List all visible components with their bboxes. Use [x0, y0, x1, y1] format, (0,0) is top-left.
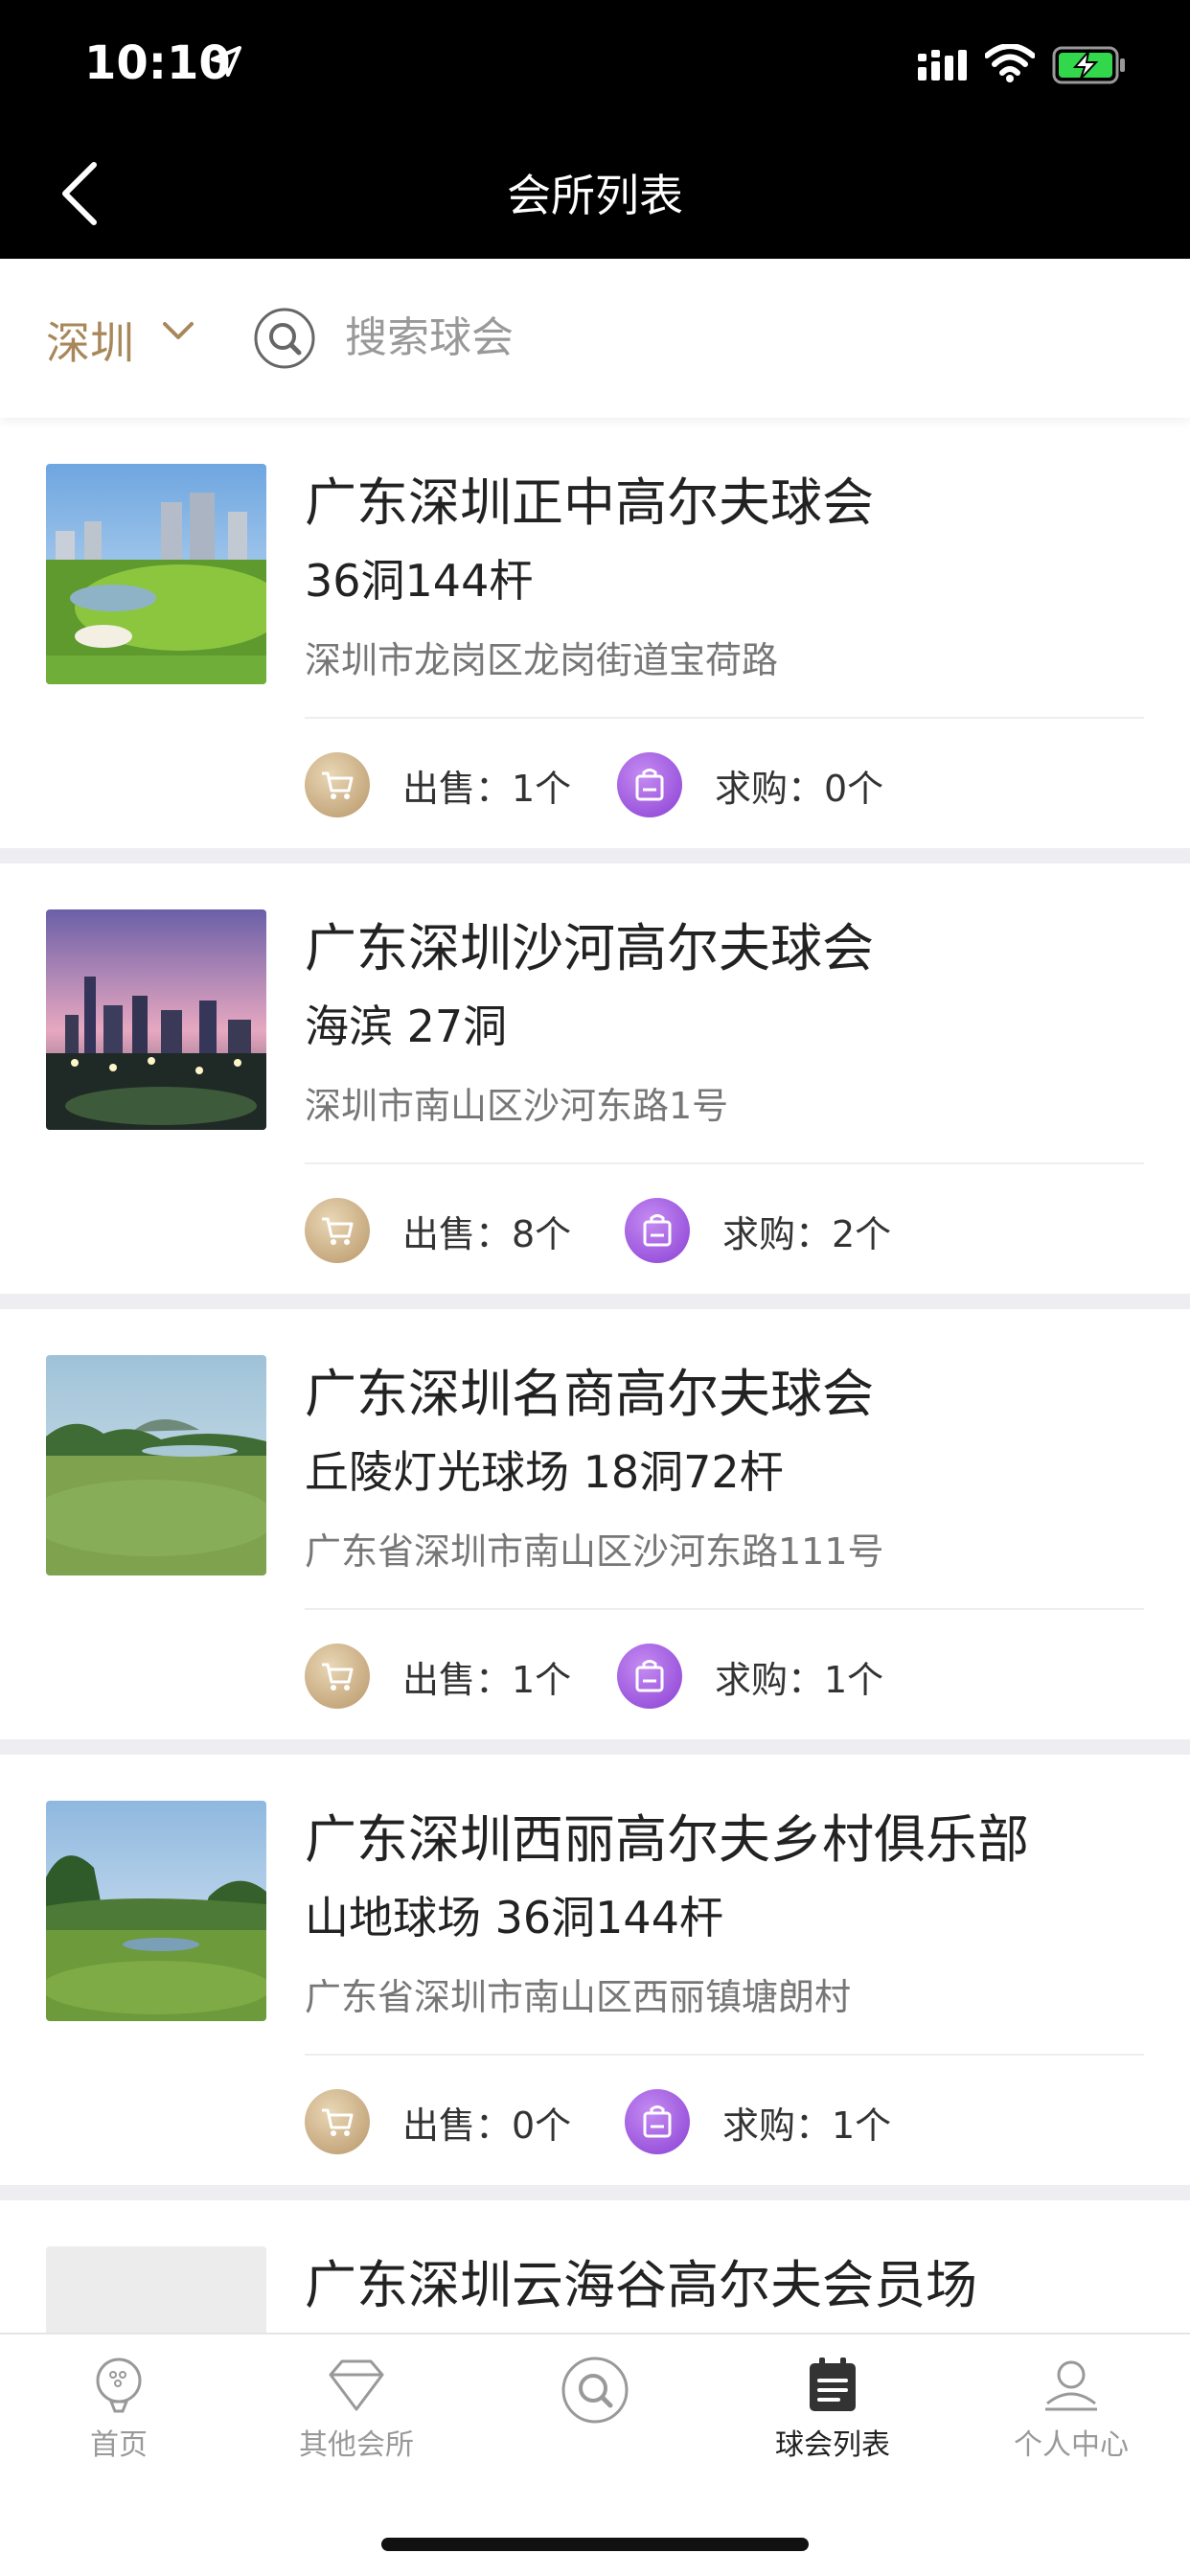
sell-count[interactable]: 出售：0个 [305, 2088, 571, 2155]
cart-icon [305, 2089, 370, 2154]
club-course-info: 丘陵灯光球场 18洞72杆 [305, 1446, 784, 1498]
club-course-info: 山地球场 36洞144杆 [305, 1892, 723, 1944]
divider [305, 2054, 1144, 2056]
sell-count-label: 出售：1个 [402, 767, 572, 810]
diamond-icon [329, 2359, 384, 2411]
search-input[interactable] [345, 309, 1016, 366]
filter-bar: 深圳 [0, 259, 1190, 418]
club-card[interactable]: 广东深圳沙河高尔夫球会 海滨 27洞 深圳市南山区沙河东路1号 出售：8个 求购… [0, 863, 1190, 1309]
list-board-icon [810, 2358, 856, 2411]
tab-profile[interactable]: 个人中心 [975, 2356, 1167, 2463]
club-photo [46, 464, 266, 684]
club-photo [46, 1355, 266, 1576]
club-address: 广东省深圳市南山区沙河东路111号 [305, 1530, 884, 1573]
sell-count-label: 出售：0个 [402, 2104, 572, 2147]
club-address: 深圳市南山区沙河东路1号 [305, 1085, 729, 1127]
cart-icon [305, 752, 370, 817]
sell-count[interactable]: 出售：1个 [305, 1643, 571, 1710]
buy-count-label: 求购：1个 [715, 1658, 884, 1701]
club-photo [46, 909, 266, 1130]
battery-charging-icon [1052, 46, 1125, 84]
search-icon [561, 2357, 629, 2424]
divider [305, 1162, 1144, 1164]
sell-count-label: 出售：1个 [402, 1658, 572, 1701]
signal-icon [918, 50, 967, 80]
tab-label: 首页 [90, 2428, 148, 2462]
divider [305, 717, 1144, 719]
club-name: 广东深圳云海谷高尔夫会员场 [305, 2255, 977, 2315]
tab-label: 个人中心 [1014, 2428, 1129, 2462]
cart-icon [305, 1644, 370, 1709]
buy-count-label: 求购：0个 [715, 767, 884, 810]
golf-ball-icon [96, 2358, 142, 2413]
page-title: 会所列表 [507, 170, 683, 221]
city-selector[interactable]: 深圳 [46, 309, 134, 372]
location-arrow-icon [211, 46, 241, 77]
sell-count-label: 出售：8个 [402, 1212, 572, 1255]
club-course-info: 36洞144杆 [305, 555, 534, 607]
sell-count[interactable]: 出售：8个 [305, 1197, 571, 1264]
tab-search[interactable] [499, 2356, 691, 2430]
club-name: 广东深圳名商高尔夫球会 [305, 1364, 874, 1424]
buy-count[interactable]: 求购：1个 [625, 2088, 891, 2155]
search-icon[interactable] [253, 307, 316, 370]
club-name: 广东深圳沙河高尔夫球会 [305, 918, 874, 978]
buy-count[interactable]: 求购：0个 [617, 751, 883, 818]
tab-other-clubs[interactable]: 其他会所 [261, 2356, 452, 2463]
divider [305, 1608, 1144, 1610]
wifi-icon [985, 44, 1035, 82]
buy-count-label: 求购：2个 [722, 1212, 892, 1255]
club-card[interactable]: 广东深圳正中高尔夫球会 36洞144杆 深圳市龙岗区龙岗街道宝荷路 出售：1个 … [0, 418, 1190, 863]
sell-count[interactable]: 出售：1个 [305, 751, 571, 818]
club-photo [46, 1801, 266, 2021]
club-address: 广东省深圳市南山区西丽镇塘朗村 [305, 1976, 852, 2018]
tab-home[interactable]: 首页 [23, 2356, 215, 2463]
top-header: 10:10 会所列表 [0, 0, 1190, 259]
buy-count-label: 求购：1个 [722, 2104, 892, 2147]
club-card[interactable]: 广东深圳名商高尔夫球会 丘陵灯光球场 18洞72杆 广东省深圳市南山区沙河东路1… [0, 1309, 1190, 1755]
user-icon [1045, 2360, 1097, 2411]
tab-label: 其他会所 [299, 2428, 414, 2462]
home-indicator [381, 2538, 809, 2551]
club-name: 广东深圳西丽高尔夫乡村俱乐部 [305, 1809, 1029, 1870]
club-course-info: 海滨 27洞 [305, 1000, 508, 1052]
club-card[interactable]: 广东深圳西丽高尔夫乡村俱乐部 山地球场 36洞144杆 广东省深圳市南山区西丽镇… [0, 1755, 1190, 2200]
club-address: 深圳市龙岗区龙岗街道宝荷路 [305, 639, 779, 681]
tab-label: 球会列表 [775, 2428, 890, 2462]
shopping-bag-icon [625, 2089, 690, 2154]
club-list: 广东深圳正中高尔夫球会 36洞144杆 深圳市龙岗区龙岗街道宝荷路 出售：1个 … [0, 418, 1190, 2576]
buy-count[interactable]: 求购：2个 [625, 1197, 891, 1264]
shopping-bag-icon [617, 752, 682, 817]
cart-icon [305, 1198, 370, 1263]
shopping-bag-icon [625, 1198, 690, 1263]
buy-count[interactable]: 求购：1个 [617, 1643, 883, 1710]
club-name: 广东深圳正中高尔夫球会 [305, 472, 874, 533]
chevron-down-icon[interactable] [161, 320, 195, 343]
tab-club-list[interactable]: 球会列表 [737, 2356, 928, 2463]
shopping-bag-icon [617, 1644, 682, 1709]
